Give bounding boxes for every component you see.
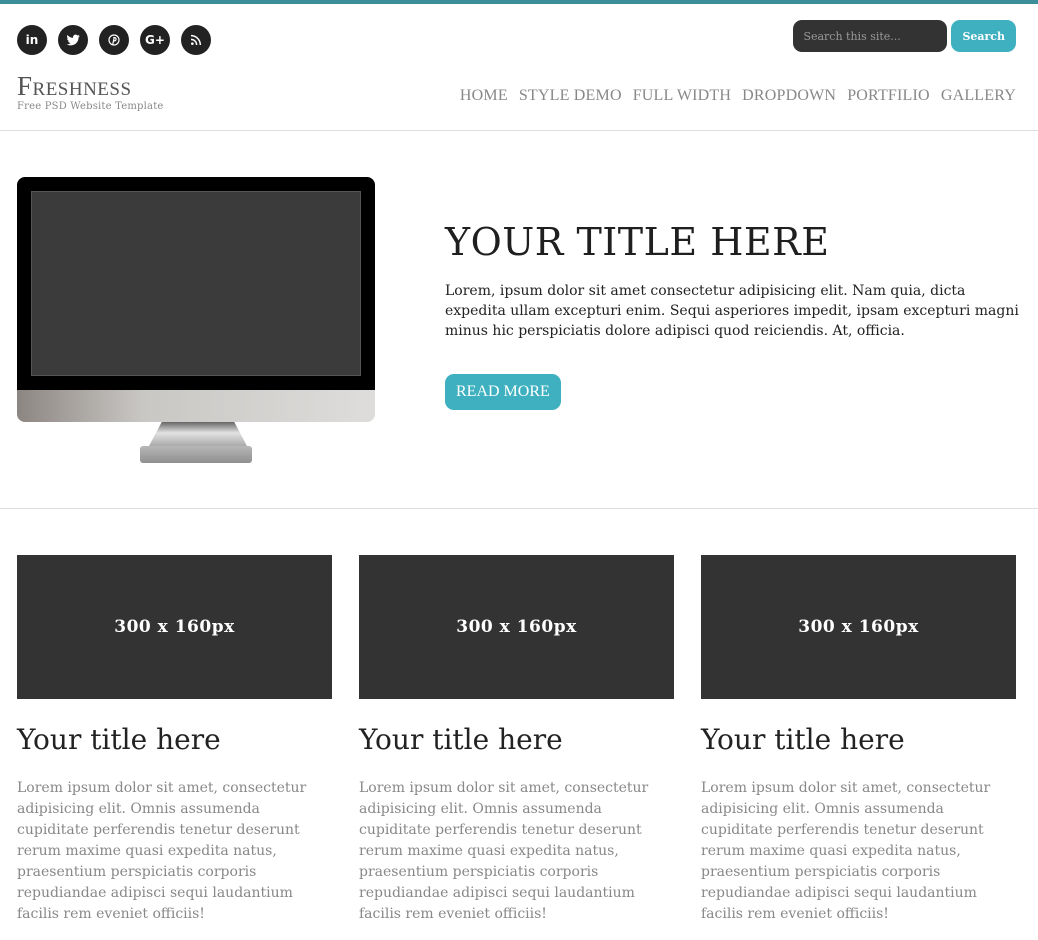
card-title: Your title here xyxy=(701,723,905,756)
monitor-screen xyxy=(31,191,361,376)
card-image-placeholder: 300 x 160px xyxy=(701,555,1016,699)
google-plus-icon[interactable]: G+ xyxy=(140,25,170,55)
nav-item-dropdown[interactable]: DROPDOWN xyxy=(742,87,836,105)
search-form: Search xyxy=(793,20,1016,52)
nav-item-gallery[interactable]: GALLERY xyxy=(941,87,1016,105)
site-tagline: Free PSD Website Template xyxy=(17,101,164,112)
nav-item-full-width[interactable]: FULL WIDTH xyxy=(633,87,731,105)
card-image-placeholder: 300 x 160px xyxy=(17,555,332,699)
hero-title: YOUR TITLE HERE xyxy=(445,220,830,264)
monitor-chin xyxy=(17,390,375,422)
site-header: in G+ Search Freshness Free PSD Website … xyxy=(0,4,1038,131)
nav-item-style-demo[interactable]: STYLE DEMO xyxy=(519,87,622,105)
card-body: Lorem ipsum dolor sit amet, consectetur … xyxy=(359,779,649,922)
site-title: Freshness xyxy=(17,71,132,101)
nav-item-home[interactable]: HOME xyxy=(460,87,508,105)
rss-icon[interactable] xyxy=(181,25,211,55)
feature-card: 300 x 160px Your title here Lorem ipsum … xyxy=(359,555,674,925)
read-more-button[interactable]: READ MORE xyxy=(445,373,561,410)
card-body: Lorem ipsum dolor sit amet, consectetur … xyxy=(17,779,307,922)
hero-body: Lorem, ipsum dolor sit amet consectetur … xyxy=(445,282,1019,339)
hero-section: YOUR TITLE HERE Lorem, ipsum dolor sit a… xyxy=(0,131,1038,509)
search-button[interactable]: Search xyxy=(951,20,1016,52)
search-input[interactable] xyxy=(793,20,948,52)
feature-card: 300 x 160px Your title here Lorem ipsum … xyxy=(701,555,1016,925)
pinterest-icon[interactable] xyxy=(99,25,129,55)
linkedin-icon[interactable]: in xyxy=(17,25,47,55)
social-links: in G+ xyxy=(17,25,211,55)
feature-card: 300 x 160px Your title here Lorem ipsum … xyxy=(17,555,332,925)
card-title: Your title here xyxy=(359,723,563,756)
monitor-illustration xyxy=(17,177,375,463)
monitor-stand xyxy=(149,422,247,446)
card-image-placeholder: 300 x 160px xyxy=(359,555,674,699)
hero-content: YOUR TITLE HERE Lorem, ipsum dolor sit a… xyxy=(445,220,1020,410)
nav-item-portfolio[interactable]: PORTFILIO xyxy=(847,87,930,105)
monitor-base xyxy=(140,446,252,463)
site-logo[interactable]: Freshness Free PSD Website Template xyxy=(17,71,164,113)
main-nav: HOME STYLE DEMO FULL WIDTH DROPDOWN PORT… xyxy=(460,87,1016,105)
card-title: Your title here xyxy=(17,723,221,756)
card-body: Lorem ipsum dolor sit amet, consectetur … xyxy=(701,779,991,922)
twitter-icon[interactable] xyxy=(58,25,88,55)
